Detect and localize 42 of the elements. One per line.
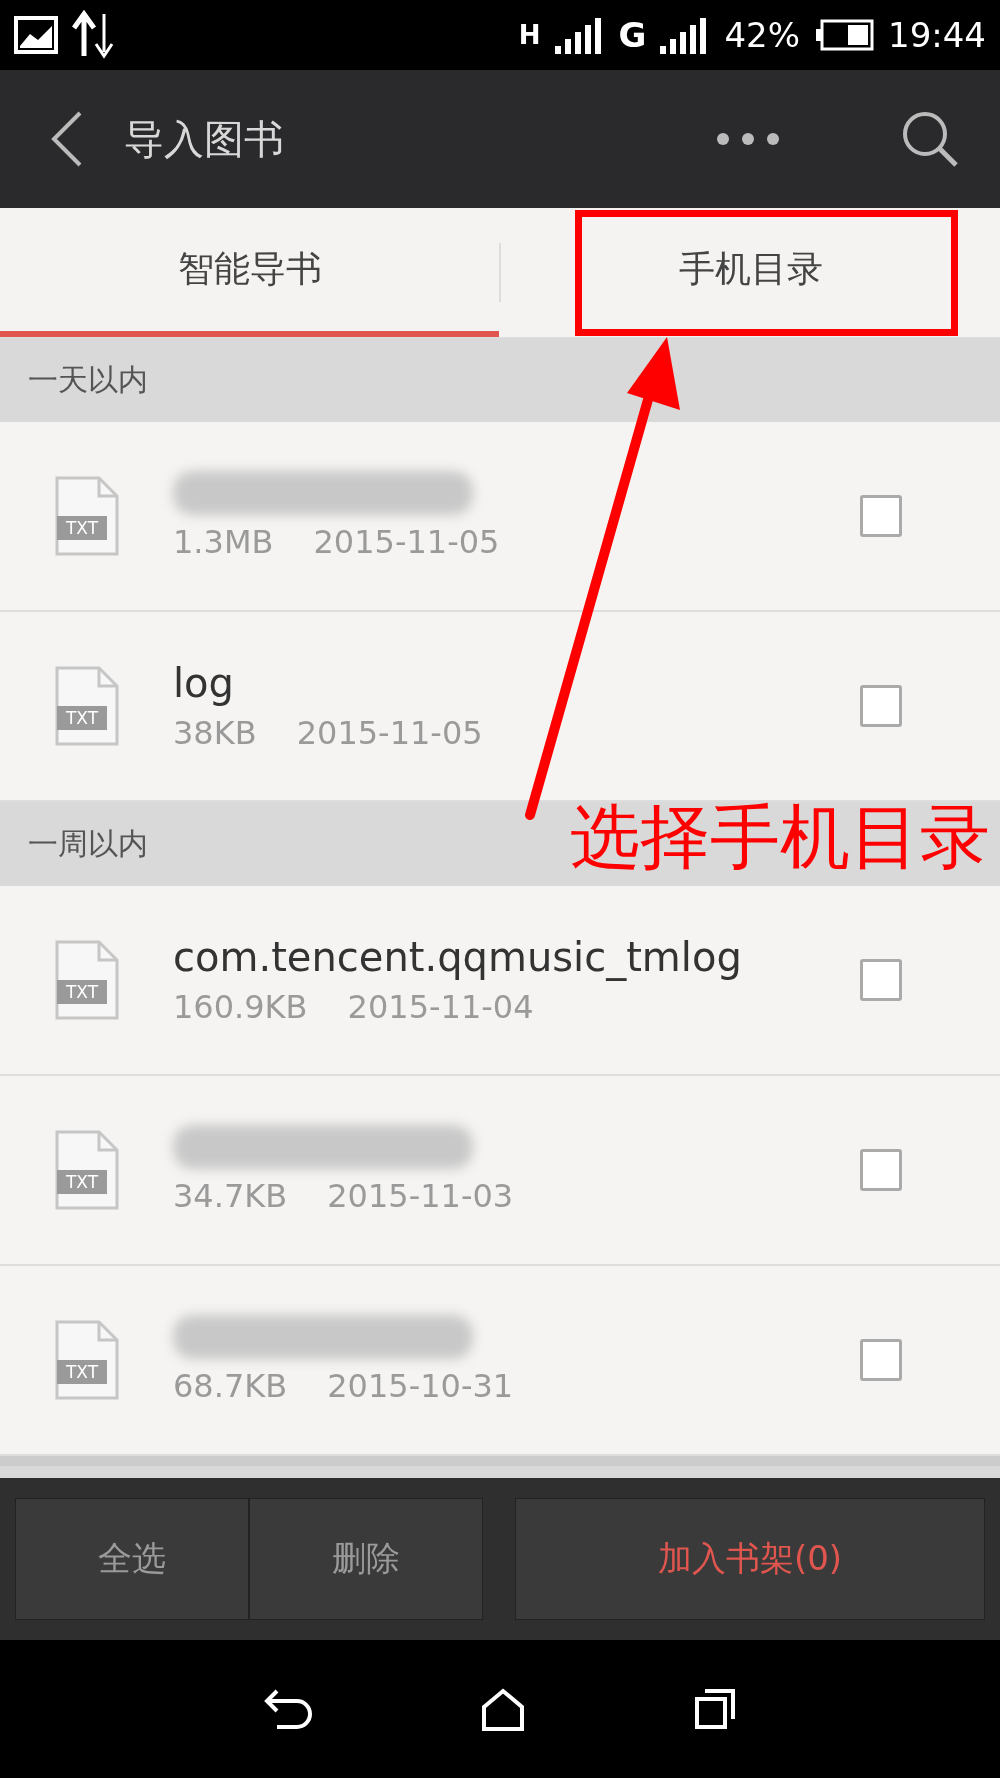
back-icon[interactable] <box>263 1687 314 1731</box>
add-to-shelf-button[interactable]: 加入书架(0) <box>515 1498 985 1620</box>
section-header: 一天以内 <box>0 338 1000 422</box>
annotation-text: 选择手机目录 <box>570 799 990 876</box>
battery-icon <box>814 19 874 51</box>
file-size: 68.7KB <box>173 1367 288 1405</box>
gallery-icon <box>14 16 58 54</box>
txt-file-icon: TXT <box>55 476 119 556</box>
checkbox[interactable] <box>860 1149 902 1191</box>
network-type: H <box>518 20 541 50</box>
txt-file-icon: TXT <box>55 940 119 1020</box>
file-name: com.tencent.qqmusic_tmlog <box>173 934 743 980</box>
clock: 19:44 <box>888 15 986 55</box>
more-icon[interactable] <box>716 132 780 146</box>
file-date: 2015-11-05 <box>296 714 483 752</box>
home-icon[interactable] <box>480 1687 526 1731</box>
recent-apps-icon[interactable] <box>692 1687 737 1731</box>
checkbox[interactable] <box>860 1339 902 1381</box>
checkbox[interactable] <box>860 959 902 1001</box>
delete-button[interactable]: 删除 <box>249 1498 483 1620</box>
file-date: 2015-11-05 <box>313 523 500 561</box>
file-name: log <box>173 660 235 706</box>
search-icon[interactable] <box>900 109 960 169</box>
select-all-button[interactable]: 全选 <box>15 1498 249 1620</box>
file-date: 2015-11-04 <box>347 988 534 1026</box>
back-icon[interactable] <box>50 109 84 169</box>
file-size: 34.7KB <box>173 1177 288 1215</box>
file-date: 2015-11-03 <box>327 1177 514 1215</box>
txt-file-icon: TXT <box>55 1320 119 1400</box>
txt-file-icon: TXT <box>55 666 119 746</box>
txt-file-icon: TXT <box>55 1130 119 1210</box>
file-size: 38KB <box>173 714 257 752</box>
data-transfer-icon <box>72 10 116 60</box>
network-type: G <box>618 15 647 55</box>
file-date: 2015-10-31 <box>327 1367 514 1405</box>
battery-level: 42% <box>724 15 800 55</box>
checkbox[interactable] <box>860 685 902 727</box>
file-size: 1.3MB <box>173 523 274 561</box>
checkbox[interactable] <box>860 495 902 537</box>
page-title: 导入图书 <box>124 114 285 164</box>
tab[interactable]: 手机目录 <box>501 208 1000 337</box>
file-size: 160.9KB <box>173 988 308 1026</box>
